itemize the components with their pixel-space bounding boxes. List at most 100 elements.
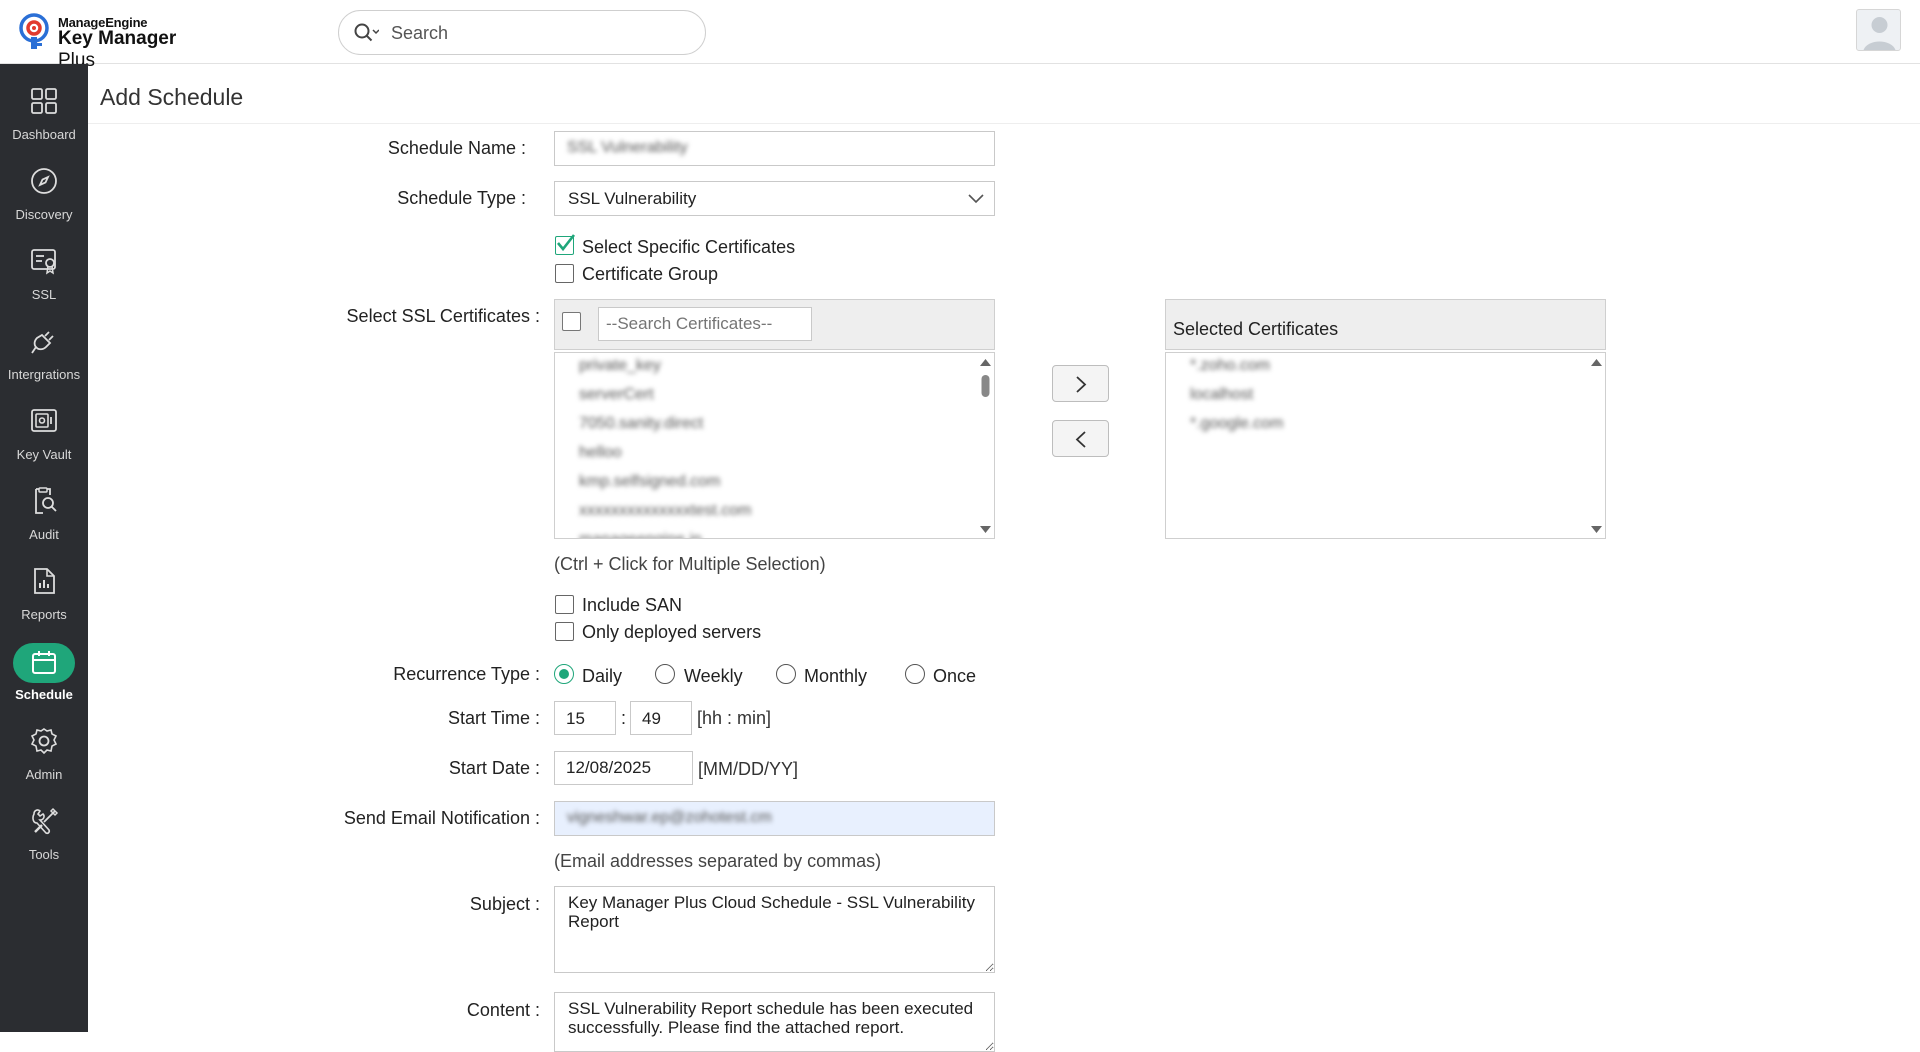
email-notification-label: Send Email Notification : [343,808,540,828]
only-deployed-checkbox[interactable] [555,622,574,641]
sidebar-label: Schedule [15,687,73,702]
include-san-checkbox[interactable] [555,595,574,614]
select-specific-checkbox[interactable] [555,234,576,255]
sidebar-label: SSL [31,287,57,302]
list-item[interactable]: helloo [579,444,622,462]
schedule-name-field[interactable]: SSL Vulnerability [554,131,995,166]
subject-label: Subject : [469,894,540,914]
sidebar-item-admin[interactable]: Admin [0,716,88,788]
certificate-icon [31,249,56,275]
calendar-icon [32,651,56,674]
recurrence-monthly-radio[interactable] [776,664,796,684]
sidebar-label: Key Vault [16,447,72,462]
audit-search-icon [35,487,57,514]
recurrence-option-label: Daily [582,666,623,686]
sidebar-item-key-vault[interactable]: Key Vault [0,396,88,468]
user-icon [1863,17,1896,50]
report-chart-icon [34,568,55,594]
start-minute-value: 49 [642,709,661,728]
list-item[interactable]: private_key [579,357,661,375]
brand-logo[interactable]: ManageEngine Key Manager Plus [18,13,218,71]
sidebar-label: Reports [21,607,67,622]
subject-textarea[interactable]: Key Manager Plus Cloud Schedule - SSL Vu… [554,886,995,973]
list-item[interactable]: manageengine.in [579,531,702,538]
time-format-hint: [hh : min] [697,708,772,728]
selected-certs-list[interactable]: *.zoho.com localhost *.google.com [1165,352,1606,539]
start-date-value: 12/08/2025 [566,758,652,777]
sidebar-item-reports[interactable]: Reports [0,556,88,628]
global-search[interactable] [338,10,706,55]
sidebar-item-integrations[interactable]: Intergrations [0,316,88,388]
sidebar-nav: Dashboard Discovery SSL Intergrations Ke… [0,64,88,1032]
scrollbar-track [980,359,991,533]
key-manager-logo-icon [19,13,49,49]
certificate-group-label: Certificate Group [582,264,719,284]
sidebar-item-tools[interactable]: Tools [0,796,88,868]
recurrence-option-label: Once [933,666,977,686]
list-item[interactable]: localhost [1190,386,1253,404]
start-date-label: Start Date : [448,758,540,778]
start-time-label: Start Time : [447,708,540,728]
sidebar-item-discovery[interactable]: Discovery [0,156,88,228]
recurrence-option-label: Weekly [684,666,743,686]
list-item[interactable]: *.zoho.com [1190,357,1270,375]
start-date-input[interactable]: 12/08/2025 [554,751,693,785]
tools-icon [32,807,59,835]
recurrence-option-label: Monthly [804,666,868,686]
sidebar-label: Intergrations [7,367,81,382]
chevron-right-icon [1076,376,1087,393]
search-icon [354,23,379,42]
start-hour-value: 15 [566,709,585,728]
certificate-group-checkbox[interactable] [555,264,574,283]
selected-certs-title: Selected Certificates [1173,319,1339,339]
schedule-type-label: Schedule Type : [397,188,526,208]
select-specific-label: Select Specific Certificates [582,237,796,257]
content-label: Content : [466,1000,540,1020]
select-ssl-label: Select SSL Certificates : [346,306,540,326]
list-item[interactable]: serverCert [579,386,654,404]
schedule-type-select[interactable]: SSL Vulnerability [554,181,995,216]
add-selected-button[interactable] [1052,365,1109,402]
start-hour-input[interactable]: 15 [554,701,616,735]
selected-certs-header: Selected Certificates [1165,299,1606,350]
start-minute-input[interactable]: 49 [630,701,692,735]
sidebar-item-audit[interactable]: Audit [0,476,88,548]
list-item[interactable]: xxxxxxxxxxxxxxtest.com [579,502,751,520]
multi-select-hint: (Ctrl + Click for Multiple Selection) [554,554,826,574]
page-title: Add Schedule [100,84,244,110]
list-item[interactable]: kmp.selfsigned.com [579,473,720,491]
include-san-label: Include SAN [582,595,683,615]
search-input[interactable] [391,21,681,45]
available-certs-list[interactable]: private_key serverCert 7050.sanity.direc… [554,352,995,539]
plug-icon [31,331,54,354]
user-avatar[interactable] [1856,9,1901,51]
list-item[interactable]: *.google.com [1190,415,1283,433]
recurrence-daily-radio[interactable] [554,664,574,684]
sidebar-item-dashboard[interactable]: Dashboard [0,76,88,148]
available-certs-header [554,299,995,350]
recurrence-once-radio[interactable] [905,664,925,684]
email-hint: (Email addresses separated by commas) [554,851,882,871]
scrollbar[interactable] [1588,353,1605,538]
sidebar-item-ssl[interactable]: SSL [0,236,88,308]
recurrence-weekly-radio[interactable] [655,664,675,684]
select-all-checkbox[interactable] [562,312,581,331]
scrollbar[interactable] [977,353,994,538]
list-item[interactable]: 7050.sanity.direct [579,415,703,433]
checkmark-icon [557,234,576,252]
remove-selected-button[interactable] [1052,420,1109,457]
compass-icon [31,168,57,194]
scrollbar-track [1591,359,1602,533]
sidebar-label: Audit [29,527,59,542]
email-value: vigneshwar.ep@zohotest.cm [567,809,772,826]
sidebar-label: Dashboard [12,127,76,142]
chevron-left-icon [1075,431,1086,448]
email-input[interactable]: vigneshwar.ep@zohotest.cm [554,801,995,836]
content-textarea[interactable]: SSL Vulnerability Report schedule has be… [554,992,995,1052]
search-certificates-input[interactable] [598,307,812,341]
only-deployed-label: Only deployed servers [582,622,762,642]
recurrence-type-label: Recurrence Type : [393,664,540,684]
schedule-name-label: Schedule Name : [387,138,526,158]
sidebar-item-schedule[interactable]: Schedule [0,636,88,708]
divider [88,123,1920,124]
